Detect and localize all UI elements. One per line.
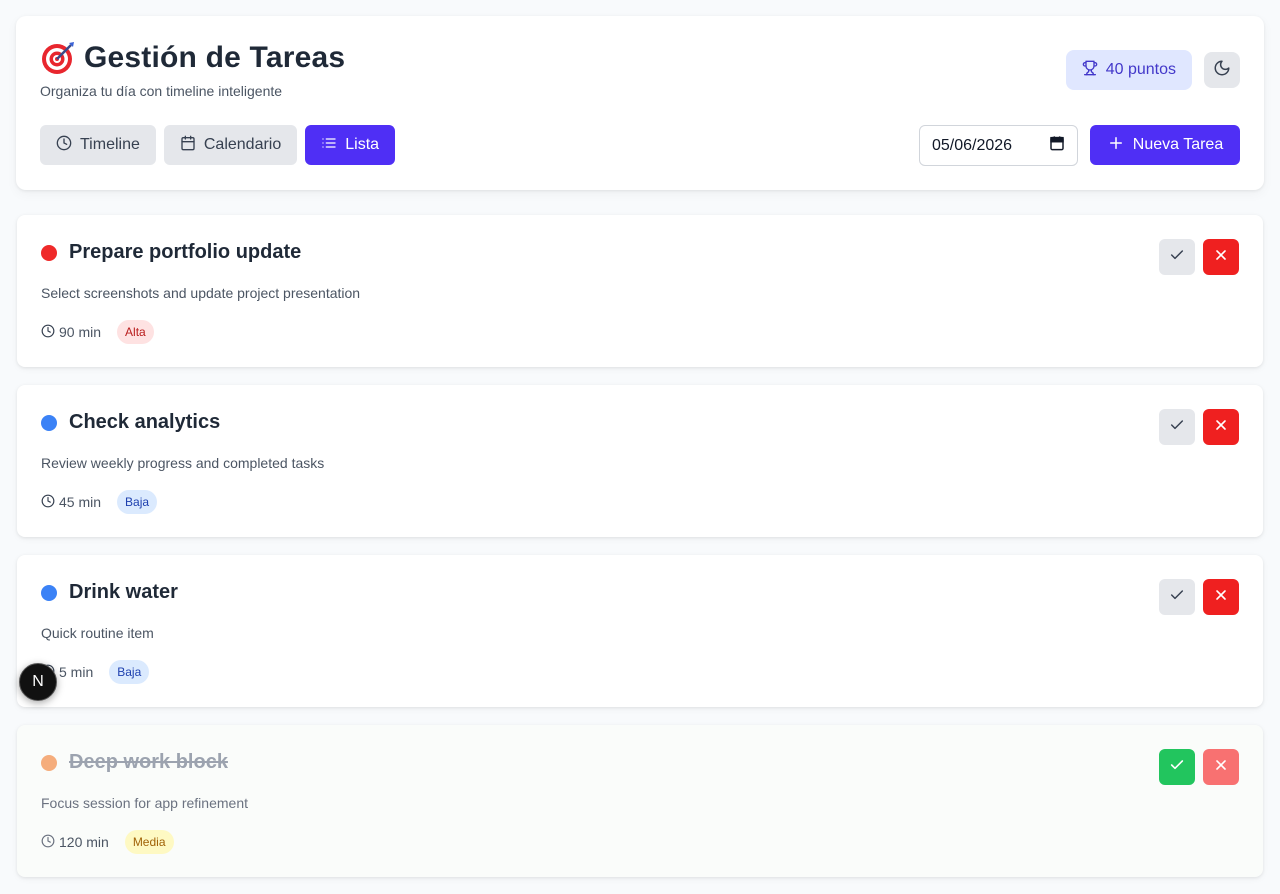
close-icon	[1213, 417, 1229, 438]
points-label: 40 puntos	[1105, 61, 1176, 78]
calendar-icon	[180, 135, 196, 156]
task-description: Select screenshots and update project pr…	[41, 285, 361, 301]
task-actions	[1159, 409, 1239, 445]
delete-button[interactable]	[1203, 749, 1239, 785]
check-icon	[1169, 757, 1185, 778]
task-description: Focus session for app refinement	[41, 795, 248, 811]
view-tabs: Timeline Calendario Lista	[40, 125, 396, 165]
priority-dot	[41, 245, 57, 261]
task-duration: 90 min	[41, 324, 101, 341]
priority-badge: Media	[124, 830, 174, 854]
task-title: Check analytics	[69, 411, 221, 433]
duration-label: 5 min	[59, 664, 94, 680]
tab-timeline[interactable]: Timeline	[40, 125, 156, 165]
clock-icon	[41, 324, 55, 341]
page-title: Gestión de Tareas	[84, 41, 346, 74]
delete-button[interactable]	[1203, 409, 1239, 445]
page-subtitle: Organiza tu día con timeline inteligente	[40, 83, 283, 99]
header-card: Gestión de Tareas Organiza tu día con ti…	[16, 16, 1264, 190]
tab-label: Calendario	[203, 136, 282, 153]
check-icon	[1169, 417, 1185, 438]
priority-dot	[41, 755, 57, 771]
priority-dot	[41, 585, 57, 601]
task-card: Check analytics Review weekly progress a…	[17, 385, 1263, 537]
task-actions	[1159, 239, 1239, 275]
task-duration: 120 min	[41, 834, 109, 851]
task-meta: 45 min Baja	[41, 490, 158, 514]
complete-button[interactable]	[1159, 239, 1195, 275]
complete-button[interactable]	[1159, 579, 1195, 615]
task-meta: 5 min Baja	[41, 660, 150, 684]
complete-button[interactable]	[1159, 749, 1195, 785]
close-icon	[1213, 247, 1229, 268]
task-actions	[1159, 749, 1239, 785]
task-card-completed: Deep work block Focus session for app re…	[17, 725, 1263, 877]
task-duration: 45 min	[41, 494, 101, 511]
delete-button[interactable]	[1203, 579, 1239, 615]
priority-dot	[41, 415, 57, 431]
task-meta: 120 min Media	[41, 830, 174, 854]
priority-badge: Alta	[117, 320, 154, 344]
task-card: Prepare portfolio update Select screensh…	[17, 215, 1263, 367]
theme-toggle-button[interactable]	[1204, 52, 1240, 88]
new-task-button[interactable]: Nueva Tarea	[1090, 125, 1240, 165]
tab-label: Lista	[345, 136, 380, 153]
priority-badge: Baja	[117, 490, 158, 514]
trophy-icon	[1082, 60, 1098, 81]
priority-badge: Baja	[109, 660, 150, 684]
clock-icon	[41, 834, 55, 851]
delete-button[interactable]	[1203, 239, 1239, 275]
complete-button[interactable]	[1159, 409, 1195, 445]
new-task-label: Nueva Tarea	[1132, 136, 1224, 153]
check-icon	[1169, 247, 1185, 268]
task-card: Drink water Quick routine item 5 min Baj…	[17, 555, 1263, 707]
task-description: Review weekly progress and completed tas…	[41, 455, 325, 471]
task-title: Prepare portfolio update	[69, 241, 302, 263]
tab-lista[interactable]: Lista	[305, 125, 396, 165]
calendar-icon[interactable]	[1049, 135, 1065, 156]
task-meta: 90 min Alta	[41, 320, 154, 344]
nextjs-dev-indicator[interactable]: N	[19, 663, 57, 701]
check-icon	[1169, 587, 1185, 608]
points-badge: 40 puntos	[1065, 50, 1192, 90]
task-description: Quick routine item	[41, 625, 154, 641]
clock-icon	[56, 135, 72, 156]
duration-label: 45 min	[59, 494, 102, 510]
close-icon	[1213, 587, 1229, 608]
task-actions	[1159, 579, 1239, 615]
duration-label: 90 min	[59, 324, 102, 340]
title-row: Gestión de Tareas	[40, 40, 345, 76]
task-title: Drink water	[69, 581, 178, 603]
tab-calendario[interactable]: Calendario	[163, 125, 298, 165]
target-icon	[40, 40, 76, 76]
moon-icon	[1213, 59, 1231, 82]
duration-label: 120 min	[59, 834, 109, 850]
clock-icon	[41, 494, 55, 511]
list-icon	[321, 135, 337, 156]
tab-label: Timeline	[80, 136, 140, 153]
close-icon	[1213, 757, 1229, 778]
task-title: Deep work block	[69, 751, 228, 773]
plus-icon	[1107, 134, 1125, 157]
date-value: 05/06/2026	[932, 136, 1013, 154]
date-picker-input[interactable]: 05/06/2026	[919, 125, 1078, 166]
